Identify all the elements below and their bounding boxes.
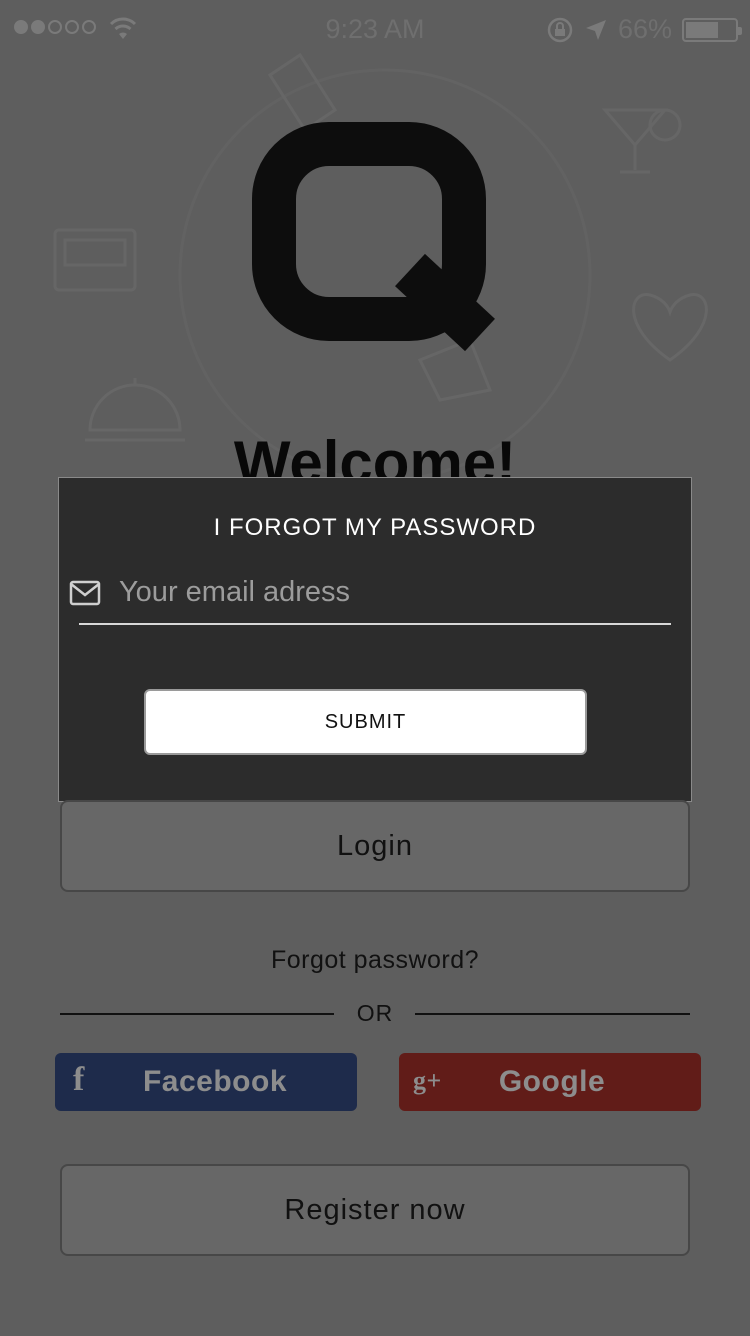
status-bar: 9:23 AM 66% bbox=[0, 0, 750, 60]
rotation-lock-icon bbox=[547, 17, 573, 42]
google-label: Google bbox=[498, 1065, 606, 1098]
battery-icon bbox=[682, 17, 742, 42]
login-button[interactable]: Login bbox=[60, 800, 690, 892]
submit-button[interactable]: SUBMIT bbox=[144, 689, 587, 755]
mail-icon bbox=[69, 580, 101, 606]
battery-fill bbox=[686, 21, 718, 38]
forgot-password-link[interactable]: Forgot password? bbox=[0, 946, 750, 975]
email-input-underline bbox=[79, 623, 671, 625]
location-arrow-icon bbox=[585, 19, 606, 40]
battery-percent: 66% bbox=[617, 14, 672, 44]
facebook-label: Facebook bbox=[142, 1065, 288, 1098]
email-input[interactable] bbox=[119, 572, 669, 612]
dialog-title: I FORGOT MY PASSWORD bbox=[213, 514, 537, 541]
or-divider-right bbox=[415, 1013, 690, 1015]
forgot-password-dialog: I FORGOT MY PASSWORD SUBMIT bbox=[58, 477, 692, 802]
register-button[interactable]: Register now bbox=[60, 1164, 690, 1256]
google-login-button[interactable]: g+ Google bbox=[399, 1053, 701, 1111]
app-logo bbox=[252, 122, 495, 352]
facebook-login-button[interactable]: f Facebook bbox=[55, 1053, 357, 1111]
